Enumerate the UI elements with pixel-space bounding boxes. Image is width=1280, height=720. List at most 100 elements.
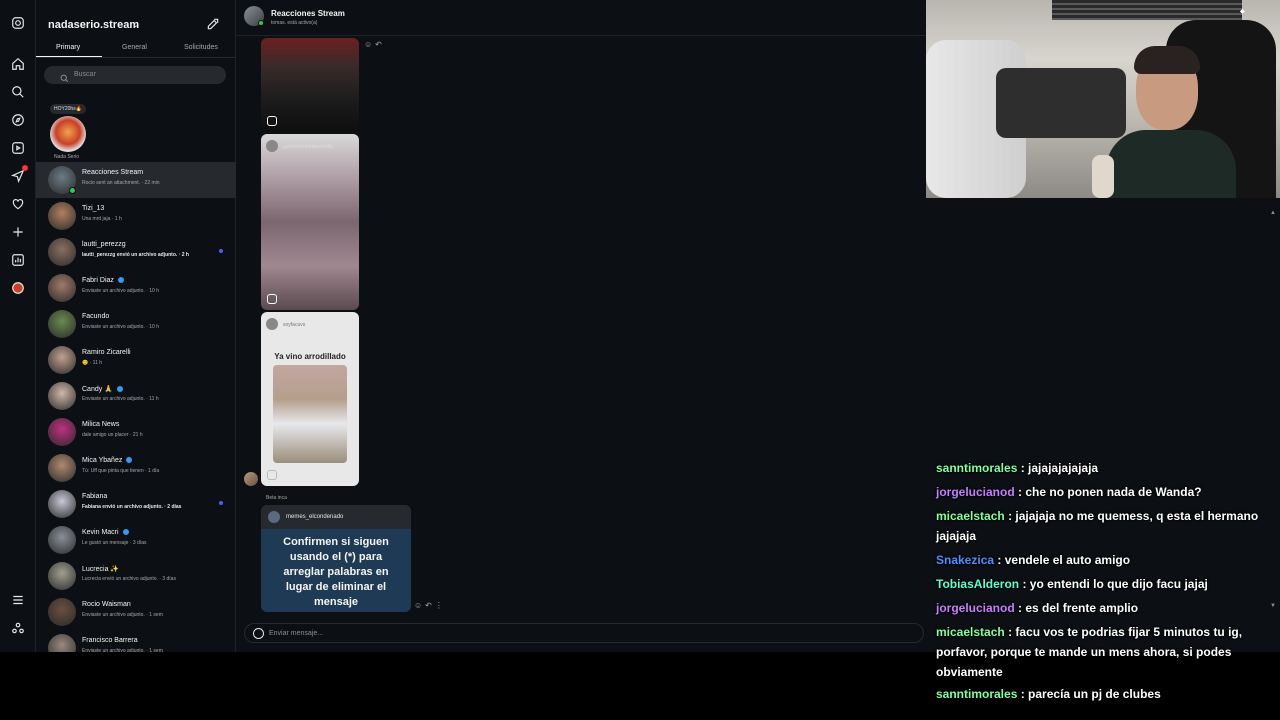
active-status: tomas. está activo(a): [271, 20, 318, 26]
search-icon: [60, 70, 69, 83]
thread-preview: Enviaste un archivo adjunto. · 10 h: [82, 324, 159, 330]
thread-preview: Enviaste un archivo adjunto. · 1 sem: [82, 612, 163, 618]
avatar: [48, 310, 76, 338]
thread-item[interactable]: Milica News dale amigo un placer · 21 h: [36, 414, 236, 450]
compose-icon[interactable]: [206, 17, 220, 31]
thread-name: Fabri Diaz: [82, 277, 124, 284]
tab-solicitudes[interactable]: Solicitudes: [184, 44, 218, 51]
chat-message: sanntimorales : jajajajajajaja: [936, 458, 1280, 478]
notifications-icon[interactable]: [9, 195, 27, 213]
conversation-header[interactable]: Reacciones Stream tomas. está activo(a): [236, 0, 926, 36]
chat-username: jorgelucianod: [936, 601, 1015, 615]
tab-general[interactable]: General: [122, 44, 147, 51]
online-indicator: [69, 187, 76, 194]
thread-preview: Lucrecia envió un archivo adjunto. · 3 d…: [82, 576, 176, 582]
reel-username: gustavoomelabacriolla: [283, 144, 333, 150]
thread-item[interactable]: Fabiana Fabiana envió un archivo adjunto.…: [36, 486, 236, 522]
tab-primary[interactable]: Primary: [56, 44, 80, 51]
thread-item[interactable]: lautti_perezzg lautti_perezzg envió un ar…: [36, 234, 236, 270]
reel-icon: [267, 116, 277, 126]
thread-item[interactable]: Fabri Diaz Enviaste un archivo adjunto. ·…: [36, 270, 236, 306]
thread-name: Francisco Barrera: [82, 637, 138, 644]
conversation-panel: Reacciones Stream tomas. está activo(a) …: [236, 0, 926, 652]
conversation-title[interactable]: Reacciones Stream: [271, 9, 345, 18]
chat-username: micaelstach: [936, 509, 1005, 523]
scroll-up-icon[interactable]: ▲: [1270, 210, 1276, 216]
thread-item[interactable]: Lucrecia ✨ Lucrecia envió un archivo adju…: [36, 558, 236, 594]
threads-icon[interactable]: [9, 619, 27, 637]
message-actions[interactable]: ☺↶: [364, 40, 385, 49]
reel-icon: [267, 294, 277, 304]
note-avatar[interactable]: [50, 116, 86, 152]
explore-icon[interactable]: [9, 111, 27, 129]
account-name[interactable]: nadaserio.stream: [48, 19, 139, 31]
thread-name-text: Milica News: [82, 421, 120, 428]
thread-name: Rocio Waisman: [82, 601, 131, 608]
dashboard-icon[interactable]: [9, 251, 27, 269]
chat-message: Snakezica : vendele el auto amigo: [936, 550, 1280, 570]
reel-thumbnail: [273, 365, 347, 463]
create-icon[interactable]: [9, 223, 27, 241]
thread-name-text: Kevin Macri: [82, 529, 119, 536]
thread-item[interactable]: Candy 🙏 Enviaste un archivo adjunto. · 11…: [36, 378, 236, 414]
thread-name-text: Fabri Diaz: [82, 277, 114, 284]
shared-post-username[interactable]: memes_elcondenado: [286, 514, 343, 520]
thread-item[interactable]: Mica Ybañez Tú: Uff que pinta que tienen …: [36, 450, 236, 486]
thread-name-text: Tizi_13: [82, 205, 105, 212]
thread-item[interactable]: Rocio Waisman Enviaste un archivo adjunto…: [36, 594, 236, 630]
thread-preview: Rocio sent an attachment. · 22 min: [82, 180, 160, 186]
avatar[interactable]: [244, 472, 258, 486]
avatar: [266, 318, 278, 330]
thread-item[interactable]: Kevin Macri Le gustó un mensaje · 3 días: [36, 522, 236, 558]
instagram-icon[interactable]: [9, 14, 27, 32]
streamer-body: [1106, 130, 1236, 198]
profile-icon[interactable]: [9, 279, 27, 297]
webcam-overlay: ◆: [926, 0, 1280, 198]
messages-icon[interactable]: [9, 165, 28, 185]
menu-icon[interactable]: [9, 591, 27, 609]
reel-icon: [267, 470, 277, 480]
thread-name-text: Ramiro Zicarelli: [82, 349, 131, 356]
avatar: [48, 382, 76, 410]
message-actions[interactable]: ☺↶⋮: [414, 601, 446, 610]
thread-item[interactable]: Tizi_13 Una mrd jaja · 1 h: [36, 198, 236, 234]
home-icon[interactable]: [9, 55, 27, 73]
thread-preview: dale amigo un placer · 21 h: [82, 432, 143, 438]
search-icon[interactable]: [9, 83, 27, 101]
thread-item[interactable]: Facundo Enviaste un archivo adjunto. · 10…: [36, 306, 236, 342]
chat-message: micaelstach : jajajaja no me quemess, q …: [936, 506, 1280, 546]
reel-message[interactable]: gustavoomelabacriolla: [261, 134, 359, 310]
thread-name-text: Reacciones Stream: [82, 169, 144, 176]
chat-message: jorgelucianod : es del frente amplio: [936, 598, 1280, 618]
note-name: Nada Serio: [54, 154, 80, 160]
thread-name-text: Facundo: [82, 313, 110, 320]
avatar: [48, 562, 76, 590]
thread-name-text: Rocio Waisman: [82, 601, 131, 608]
avatar: [266, 140, 278, 152]
chat-message: sanntimorales : parecía un pj de clubes: [936, 684, 1280, 704]
tab-divider: [36, 57, 236, 58]
shared-post[interactable]: memes_elcondenado Confirmen si siguen us…: [261, 505, 411, 612]
sofa: [996, 68, 1126, 138]
chevron-down-icon[interactable]: ⌄: [132, 19, 140, 30]
chat-text: : jajajajajajaja: [1020, 461, 1099, 475]
chat-username: sanntimorales: [936, 687, 1018, 701]
chair-logo: ◆: [1240, 9, 1245, 15]
thread-item[interactable]: Reacciones Stream Rocio sent an attachmen…: [36, 162, 236, 198]
thread-item[interactable]: Ramiro Zicarelli 😊 · 11 h: [36, 342, 236, 378]
message-input[interactable]: Enviar mensaje...: [244, 623, 924, 643]
reels-icon[interactable]: [9, 139, 27, 157]
emoji-icon[interactable]: [253, 628, 264, 639]
thread-name: Candy 🙏: [82, 385, 123, 393]
reel-message[interactable]: [261, 38, 359, 132]
shared-post-text: Confirmen si siguen usando el (*) para a…: [283, 536, 389, 608]
thread-preview: 😊 · 11 h: [82, 360, 103, 366]
reel-message[interactable]: soyfacuvs Ya vino arrodillado: [261, 312, 359, 486]
thread-preview: lautti_perezzg envió un archivo adjunto.…: [82, 252, 189, 258]
thread-name: Tizi_13: [82, 205, 104, 212]
thread-name: Kevin Macri: [82, 529, 129, 536]
note-bubble[interactable]: HOY20hs🔥: [50, 104, 86, 114]
search-input[interactable]: Buscar: [44, 66, 226, 84]
avatar: [48, 346, 76, 374]
avatar: [48, 598, 76, 626]
